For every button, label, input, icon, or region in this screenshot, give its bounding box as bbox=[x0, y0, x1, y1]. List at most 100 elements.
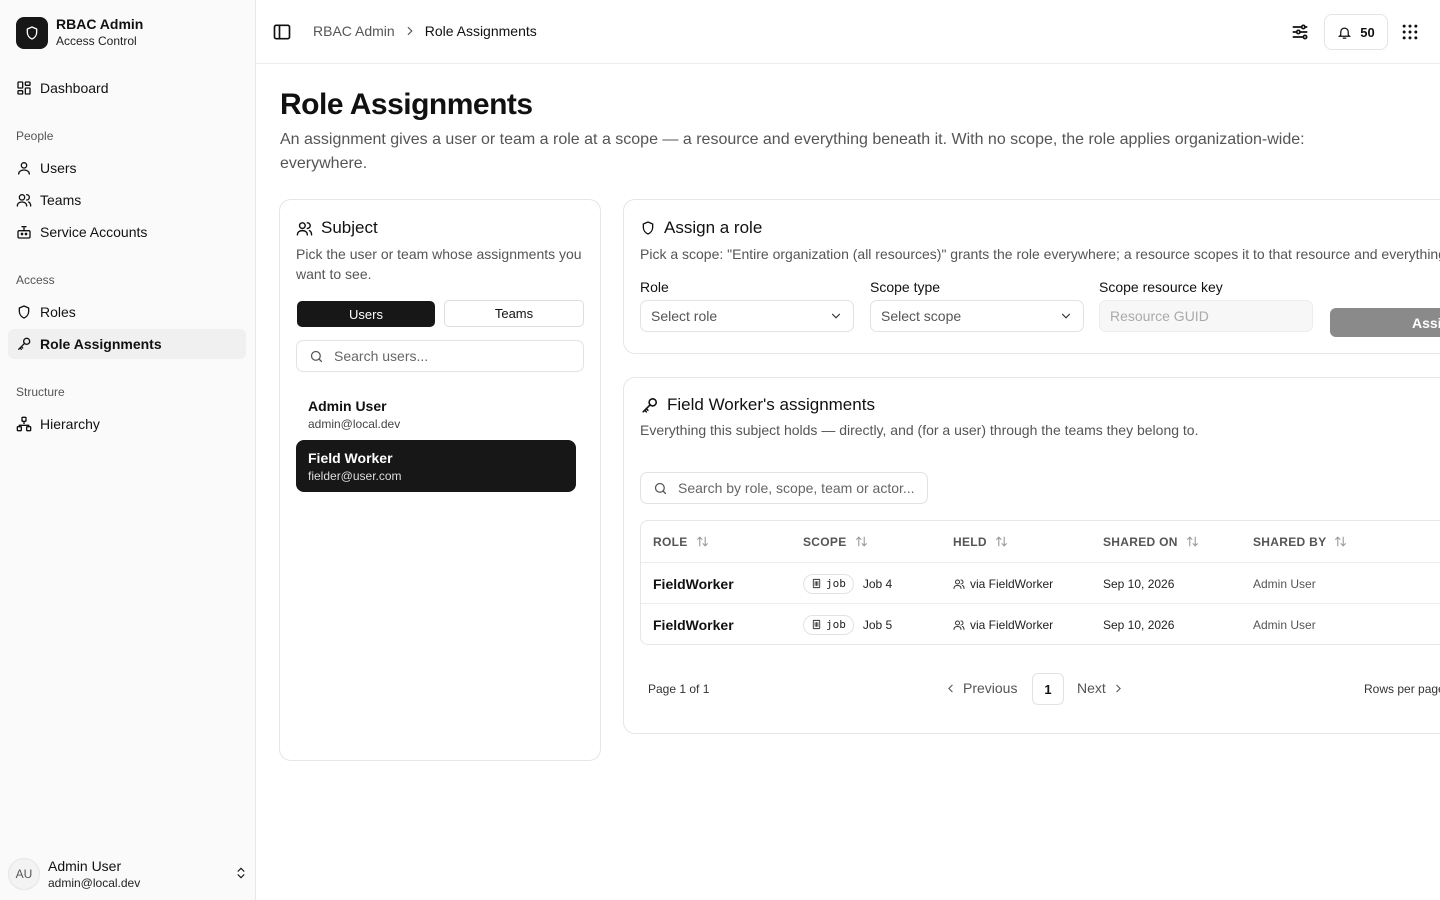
scope-type: job bbox=[826, 618, 846, 631]
shield-icon bbox=[16, 16, 48, 49]
search-icon bbox=[309, 349, 324, 364]
subject-email: admin@local.dev bbox=[308, 417, 401, 431]
cell-shared-by: Admin User bbox=[1253, 576, 1316, 591]
user-menu[interactable]: AU Admin User admin@local.dev bbox=[8, 856, 248, 892]
assignments-title-text: Field Worker's assignments bbox=[667, 395, 875, 414]
column-label: SHARED BY bbox=[1253, 534, 1327, 549]
brand-title: RBAC Admin bbox=[56, 16, 144, 32]
role-select[interactable]: Select role bbox=[640, 300, 854, 332]
shield-icon bbox=[640, 220, 656, 236]
sidebar-item-label: Role Assignments bbox=[40, 336, 162, 352]
sort-icon bbox=[696, 535, 709, 548]
rows-per-page-label: Rows per page bbox=[1364, 682, 1440, 696]
page-description: An assignment gives a user or team a rol… bbox=[280, 131, 1305, 172]
role-label: Role bbox=[640, 279, 669, 295]
user-icon bbox=[16, 160, 32, 176]
sidebar-item-label: Service Accounts bbox=[40, 224, 148, 240]
subject-name: Admin User bbox=[308, 398, 387, 414]
assignments-card-title: Field Worker's assignments bbox=[640, 395, 875, 415]
shield-icon bbox=[16, 304, 32, 320]
cell-role: FieldWorker bbox=[653, 616, 734, 633]
sidebar-item-hierarchy[interactable]: Hierarchy bbox=[8, 409, 246, 439]
scope-key-input[interactable] bbox=[1099, 300, 1313, 332]
scope-name: Job 5 bbox=[862, 617, 893, 632]
apps-grid-icon[interactable] bbox=[1400, 22, 1420, 42]
previous-label: Previous bbox=[963, 680, 1018, 696]
scope-type-label: Scope type bbox=[870, 279, 941, 295]
subject-email: fielder@user.com bbox=[308, 469, 402, 483]
scope-type-value: Select scope bbox=[881, 308, 962, 324]
sidebar-item-role-assignments[interactable]: Role Assignments bbox=[8, 329, 246, 359]
toggle-users[interactable]: Users bbox=[297, 301, 435, 327]
subject-search-input[interactable] bbox=[334, 348, 554, 364]
building-icon bbox=[811, 578, 822, 589]
users-icon bbox=[953, 578, 965, 590]
users-icon bbox=[16, 192, 32, 208]
subject-description: Pick the user or team whose assignments … bbox=[296, 246, 582, 282]
column-header-scope[interactable]: SCOPE bbox=[803, 521, 868, 562]
next-page-button[interactable]: Next bbox=[1077, 680, 1125, 696]
subject-name: Field Worker bbox=[308, 450, 393, 466]
breadcrumb: RBAC Admin Role Assignments bbox=[313, 23, 537, 39]
page-indicator: Page 1 of 1 bbox=[648, 682, 710, 696]
page-title: Role Assignments bbox=[280, 88, 533, 121]
chevron-right-icon bbox=[403, 24, 417, 38]
cell-shared-by: Admin User bbox=[1253, 617, 1316, 632]
assign-button[interactable]: Assign bbox=[1330, 308, 1440, 337]
toggle-teams[interactable]: Teams bbox=[444, 300, 584, 327]
cell-scope: job Job 4 bbox=[803, 563, 892, 604]
nav-group-structure: Structure bbox=[16, 385, 65, 399]
sidebar-item-service-accounts[interactable]: Service Accounts bbox=[8, 217, 246, 247]
sidebar-item-dashboard[interactable]: Dashboard bbox=[8, 73, 246, 103]
user-name: Admin User bbox=[48, 857, 122, 874]
scope-type: job bbox=[826, 577, 846, 590]
bot-icon bbox=[16, 224, 32, 240]
column-header-shared-by[interactable]: SHARED BY bbox=[1253, 521, 1347, 562]
key-icon bbox=[640, 396, 659, 415]
hierarchy-icon bbox=[16, 416, 32, 432]
notifications-button[interactable]: 50 bbox=[1324, 14, 1388, 50]
topbar: RBAC Admin Role Assignments 50 bbox=[256, 0, 1440, 64]
assignments-table: ROLE SCOPE HELD SHARED ON SHARED BY Fiel… bbox=[640, 520, 1440, 645]
nav-group-people: People bbox=[16, 129, 54, 143]
subject-item-selected[interactable]: Field Worker fielder@user.com bbox=[296, 440, 576, 492]
chevron-left-icon bbox=[944, 682, 957, 695]
sidebar-item-users[interactable]: Users bbox=[8, 153, 246, 183]
sidebar-toggle-icon[interactable] bbox=[272, 22, 292, 42]
column-header-role[interactable]: ROLE bbox=[653, 521, 709, 562]
chevron-down-icon bbox=[829, 309, 843, 323]
brand-subtitle: Access Control bbox=[56, 34, 137, 48]
sidebar-item-teams[interactable]: Teams bbox=[8, 185, 246, 215]
sort-icon bbox=[995, 535, 1008, 548]
table-row[interactable]: FieldWorker job Job 4 via FieldWorker Se… bbox=[641, 562, 1440, 603]
held-text: via FieldWorker bbox=[970, 576, 1054, 591]
breadcrumb-link[interactable]: RBAC Admin bbox=[313, 23, 395, 39]
sidebar-item-roles[interactable]: Roles bbox=[8, 297, 246, 327]
sidebar-item-label: Users bbox=[40, 160, 77, 176]
users-icon bbox=[296, 220, 313, 237]
chevron-right-icon bbox=[1112, 682, 1125, 695]
subject-card-title: Subject bbox=[296, 218, 378, 238]
previous-page-button[interactable]: Previous bbox=[944, 680, 1017, 696]
users-icon bbox=[953, 619, 965, 631]
column-label: HELD bbox=[953, 534, 987, 549]
column-header-shared-on[interactable]: SHARED ON bbox=[1103, 521, 1199, 562]
sidebar-item-label: Teams bbox=[40, 192, 82, 208]
page-number-button[interactable]: 1 bbox=[1032, 673, 1064, 705]
column-header-held[interactable]: HELD bbox=[953, 521, 1008, 562]
cell-shared-on: Sep 10, 2026 bbox=[1103, 576, 1175, 591]
brand[interactable]: RBAC Admin Access Control bbox=[16, 16, 143, 49]
scope-type-select[interactable]: Select scope bbox=[870, 300, 1084, 332]
key-icon bbox=[16, 336, 32, 352]
subject-search bbox=[296, 340, 584, 372]
scope-key-label: Scope resource key bbox=[1099, 279, 1223, 295]
search-icon bbox=[653, 481, 668, 496]
column-label: ROLE bbox=[653, 534, 688, 549]
dashboard-icon bbox=[16, 80, 32, 96]
subject-item[interactable]: Admin User admin@local.dev bbox=[296, 388, 576, 440]
notification-count: 50 bbox=[1360, 24, 1375, 40]
role-select-value: Select role bbox=[651, 308, 718, 324]
sliders-icon[interactable] bbox=[1290, 22, 1310, 42]
table-row[interactable]: FieldWorker job Job 5 via FieldWorker Se… bbox=[641, 603, 1440, 644]
assignments-search-input[interactable] bbox=[678, 480, 918, 496]
